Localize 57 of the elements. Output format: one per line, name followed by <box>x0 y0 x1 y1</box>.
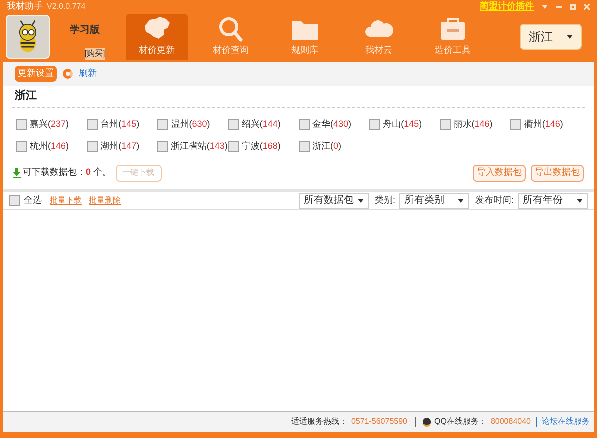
caret-icon <box>458 198 464 202</box>
time-select[interactable]: 所有年份 <box>518 192 588 208</box>
checkbox[interactable] <box>510 119 522 130</box>
checkbox[interactable] <box>298 140 310 152</box>
city-label[interactable]: 金华(430) <box>312 118 352 132</box>
category-select[interactable]: 所有类别 <box>399 192 470 208</box>
version-text: V2.0.0.774 <box>47 1 86 13</box>
checkbox[interactable] <box>86 140 98 152</box>
download-count-text: 可下载数据包：0 个。 <box>23 166 112 180</box>
dropdown-icon[interactable] <box>542 5 548 9</box>
city-label[interactable]: 浙江(0) <box>312 140 342 153</box>
city-label[interactable]: 温州(630) <box>171 118 210 132</box>
qq-number: 800084040 <box>490 416 531 428</box>
forum-link[interactable]: 论坛在线服务 <box>542 416 590 428</box>
city-label[interactable]: 嘉兴(237) <box>30 118 70 132</box>
city-label[interactable]: 绍兴(144) <box>242 118 281 132</box>
hotline-label: 适适服务热线： <box>291 416 348 428</box>
maximize-icon[interactable] <box>570 4 576 10</box>
refresh-icon[interactable] <box>63 69 73 79</box>
caret-icon <box>567 35 573 39</box>
checkbox[interactable] <box>9 195 20 206</box>
checkbox[interactable] <box>228 119 239 130</box>
checkbox[interactable] <box>228 140 239 152</box>
caret-icon <box>358 198 364 202</box>
checkbox[interactable] <box>157 119 168 130</box>
city-label[interactable]: 湖州(147) <box>100 140 140 153</box>
city-label[interactable]: 丽水(146) <box>454 118 493 132</box>
region-heading: 浙江 <box>14 88 37 104</box>
checkbox[interactable] <box>86 119 98 130</box>
checkbox[interactable] <box>16 140 27 152</box>
category-label: 类别: <box>374 194 396 207</box>
city-label[interactable]: 舟山(145) <box>383 118 422 132</box>
city-label[interactable]: 衢州(146) <box>524 118 564 132</box>
close-icon[interactable] <box>584 4 590 10</box>
caret-icon <box>577 198 583 202</box>
checkbox[interactable] <box>16 119 27 130</box>
checkbox[interactable] <box>440 119 451 130</box>
time-label: 发布时间: <box>475 194 514 207</box>
edition-label: 学习版 <box>70 24 100 38</box>
region-dropdown[interactable]: 浙江 <box>520 24 582 50</box>
hotline-number: 0571-56075590 <box>351 416 408 428</box>
checkbox[interactable] <box>298 119 310 130</box>
download-arrow-icon <box>13 168 21 178</box>
checkbox[interactable] <box>369 119 380 130</box>
checkbox[interactable] <box>157 140 168 152</box>
qq-label: QQ在线服务： <box>434 416 487 428</box>
logo-icon <box>6 15 50 59</box>
city-label[interactable]: 宁波(168) <box>242 140 281 153</box>
window-title: 我材助手 <box>7 0 43 14</box>
buy-link[interactable]: [购买] <box>84 48 106 60</box>
city-label[interactable]: 浙江省站(143) <box>170 140 228 153</box>
refresh-link[interactable]: 刷新 <box>79 67 97 81</box>
city-label[interactable]: 杭州(146) <box>30 140 70 153</box>
package-select[interactable]: 所有数据包 <box>298 192 369 208</box>
city-label[interactable]: 台州(145) <box>100 118 140 132</box>
select-all-label[interactable]: 全选 <box>24 194 42 208</box>
toolbox-icon <box>438 16 468 42</box>
